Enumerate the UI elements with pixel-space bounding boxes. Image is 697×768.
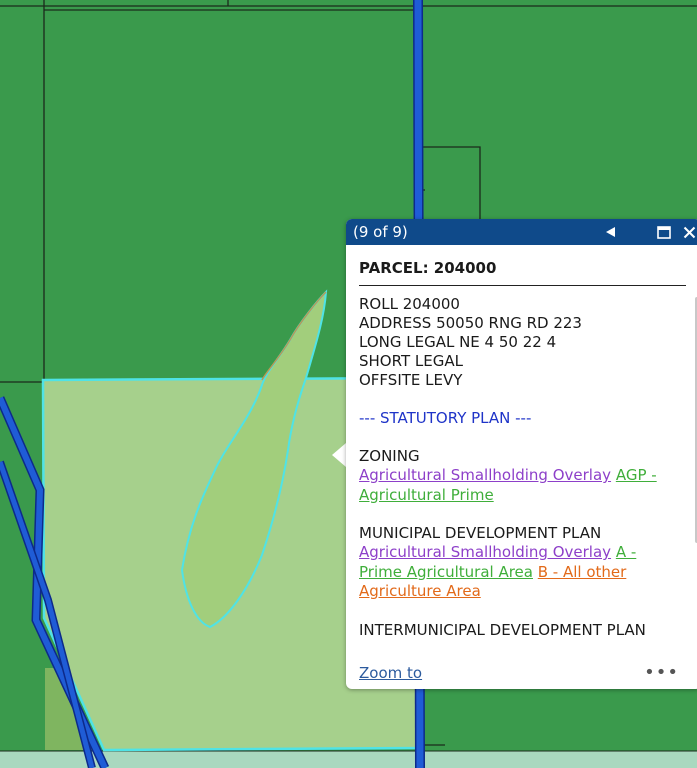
popup-scrollbar[interactable] bbox=[691, 245, 697, 689]
mdp-overlay-link[interactable]: Agricultural Smallholding Overlay bbox=[359, 543, 611, 561]
close-button[interactable] bbox=[679, 223, 697, 241]
field-offsite-levy: OFFSITE LEVY bbox=[359, 371, 463, 389]
mdp-links: Agricultural Smallholding Overlay A - Pr… bbox=[359, 543, 679, 602]
previous-feature-button[interactable] bbox=[601, 223, 621, 241]
popup-content: PARCEL: 204000 ROLL 204000 ADDRESS 50050… bbox=[346, 245, 689, 689]
field-long-legal: LONG LEGAL NE 4 50 22 4 bbox=[359, 333, 557, 351]
idp-heading: INTERMUNICIPAL DEVELOPMENT PLAN bbox=[359, 620, 646, 639]
popup-header: (9 of 9) bbox=[346, 219, 697, 245]
maximize-icon bbox=[657, 225, 671, 239]
statutory-plan-heading: --- STATUTORY PLAN --- bbox=[359, 409, 532, 427]
more-options-icon[interactable]: ••• bbox=[644, 662, 679, 683]
zoom-to-link[interactable]: Zoom to bbox=[359, 664, 422, 682]
close-icon bbox=[683, 226, 695, 238]
zoning-overlay-link[interactable]: Agricultural Smallholding Overlay bbox=[359, 466, 611, 484]
field-address: ADDRESS 50050 RNG RD 223 bbox=[359, 314, 582, 332]
field-roll: ROLL 204000 bbox=[359, 295, 460, 313]
zoning-heading: ZONING bbox=[359, 447, 420, 465]
field-short-legal: SHORT LEGAL bbox=[359, 352, 463, 370]
zoning-links: Agricultural Smallholding Overlay AGP - … bbox=[359, 466, 679, 505]
popup-footer: Zoom to ••• bbox=[359, 662, 679, 683]
maximize-button[interactable] bbox=[654, 223, 674, 241]
popup-pointer bbox=[332, 443, 346, 467]
triangle-left-icon bbox=[606, 227, 615, 237]
feature-popup[interactable]: (9 of 9) PARCEL: 204000 ROLL 204000 ADDR… bbox=[346, 219, 697, 689]
parcel-title: PARCEL: 204000 bbox=[359, 259, 686, 286]
mdp-heading: MUNICIPAL DEVELOPMENT PLAN bbox=[359, 524, 602, 542]
feature-count: (9 of 9) bbox=[353, 223, 408, 241]
